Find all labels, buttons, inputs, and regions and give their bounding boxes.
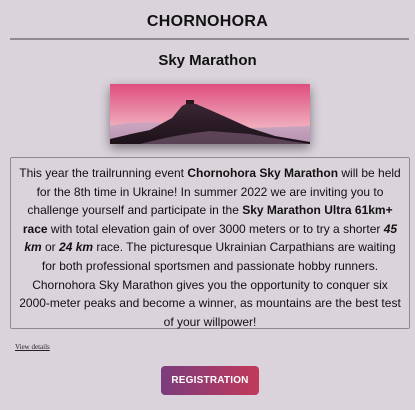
site-title: CHORNOHORA [146,13,269,30]
header-divider [10,38,409,40]
event-description: This year the trailrunning event Chornoh… [10,157,410,329]
desc-text-3: with total elevation gain of over 3000 m… [47,221,384,236]
site-header: CHORNOHORA [0,0,415,38]
desc-text-4: or [41,240,60,255]
view-details-link[interactable]: View details [15,343,50,351]
mountain-sunset-image [110,84,310,144]
registration-button[interactable]: REGISTRATION [161,366,259,395]
desc-distance-24: 24 km [59,240,94,255]
event-title: Sky Marathon [158,52,257,69]
desc-bold-event-name: Chornohora Sky Marathon [187,166,339,180]
mountain-illustration [110,84,310,144]
desc-text-1: This year the trailrunning event [19,166,188,180]
